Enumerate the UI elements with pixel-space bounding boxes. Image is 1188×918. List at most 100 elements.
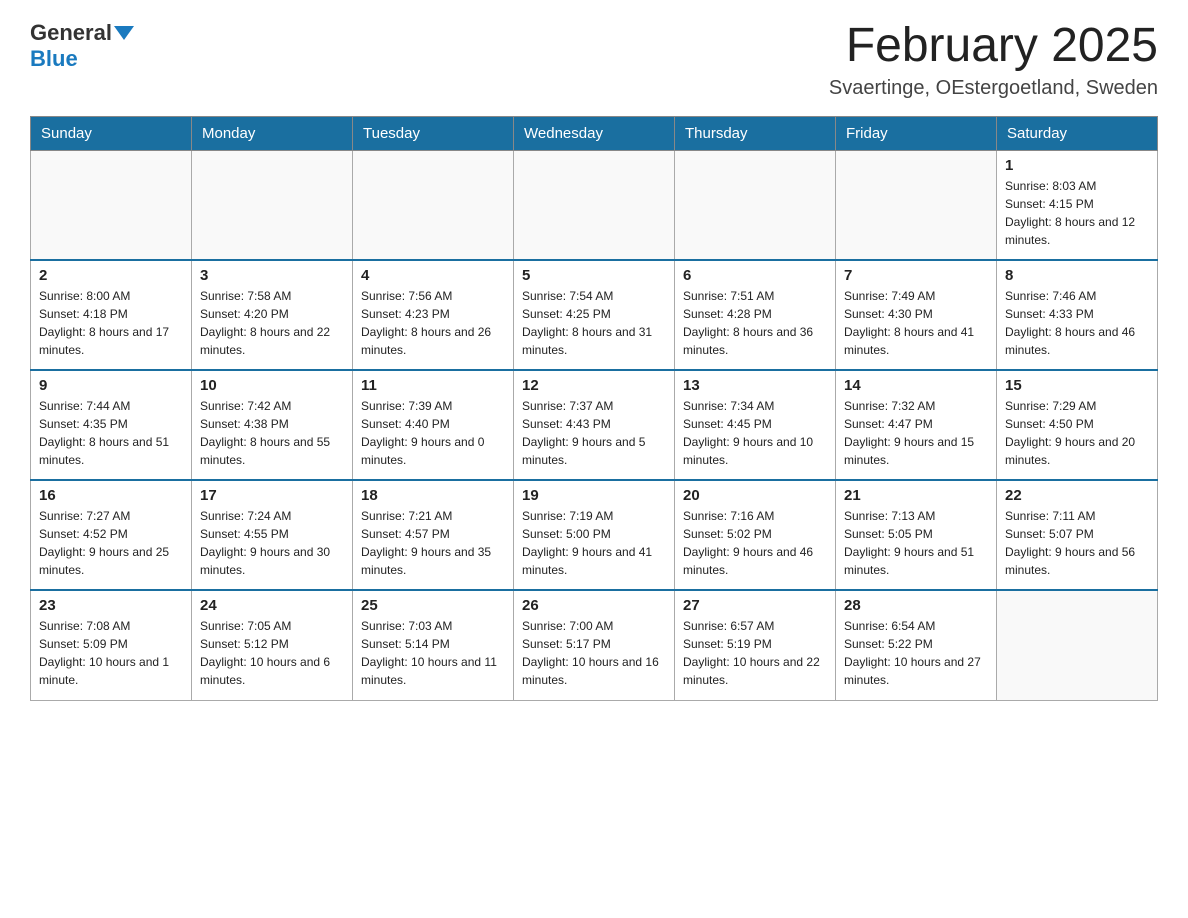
month-title: February 2025 (829, 20, 1158, 73)
day-number: 11 (361, 377, 505, 394)
day-info: Sunrise: 7:46 AM Sunset: 4:33 PM Dayligh… (1005, 287, 1149, 359)
calendar-cell: 3 Sunrise: 7:58 AM Sunset: 4:20 PM Daylig… (192, 260, 353, 370)
calendar-cell: 23Sunrise: 7:08 AM Sunset: 5:09 PM Dayli… (31, 590, 192, 700)
day-number: 2 (39, 267, 183, 284)
calendar-cell: 18Sunrise: 7:21 AM Sunset: 4:57 PM Dayli… (353, 480, 514, 590)
logo-blue-text: Blue (30, 46, 78, 71)
day-header-monday: Monday (192, 116, 353, 150)
day-info: Sunrise: 7:29 AM Sunset: 4:50 PM Dayligh… (1005, 397, 1149, 469)
calendar-cell: 1 Sunrise: 8:03 AM Sunset: 4:15 PM Daylig… (997, 150, 1158, 260)
location: Svaertinge, OEstergoetland, Sweden (829, 77, 1158, 100)
title-block: February 2025 Svaertinge, OEstergoetland… (829, 20, 1158, 100)
calendar-week-row: 1 Sunrise: 8:03 AM Sunset: 4:15 PM Daylig… (31, 150, 1158, 260)
day-number: 10 (200, 377, 344, 394)
day-info: Sunrise: 7:19 AM Sunset: 5:00 PM Dayligh… (522, 507, 666, 579)
day-info: Sunrise: 7:32 AM Sunset: 4:47 PM Dayligh… (844, 397, 988, 469)
day-number: 16 (39, 487, 183, 504)
logo-general-text: General (30, 20, 112, 46)
day-info: Sunrise: 7:54 AM Sunset: 4:25 PM Dayligh… (522, 287, 666, 359)
day-info: Sunrise: 7:49 AM Sunset: 4:30 PM Dayligh… (844, 287, 988, 359)
day-header-sunday: Sunday (31, 116, 192, 150)
day-number: 3 (200, 267, 344, 284)
day-number: 19 (522, 487, 666, 504)
calendar-cell: 11 Sunrise: 7:39 AM Sunset: 4:40 PM Dayli… (353, 370, 514, 480)
calendar-cell: 25Sunrise: 7:03 AM Sunset: 5:14 PM Dayli… (353, 590, 514, 700)
day-info: Sunrise: 7:51 AM Sunset: 4:28 PM Dayligh… (683, 287, 827, 359)
day-info: Sunrise: 7:11 AM Sunset: 5:07 PM Dayligh… (1005, 507, 1149, 579)
day-info: Sunrise: 7:58 AM Sunset: 4:20 PM Dayligh… (200, 287, 344, 359)
day-info: Sunrise: 6:57 AM Sunset: 5:19 PM Dayligh… (683, 617, 827, 689)
calendar-cell: 19 Sunrise: 7:19 AM Sunset: 5:00 PM Dayli… (514, 480, 675, 590)
calendar-cell: 10 Sunrise: 7:42 AM Sunset: 4:38 PM Dayli… (192, 370, 353, 480)
day-number: 5 (522, 267, 666, 284)
day-header-thursday: Thursday (675, 116, 836, 150)
day-info: Sunrise: 7:27 AM Sunset: 4:52 PM Dayligh… (39, 507, 183, 579)
calendar-header-row: SundayMondayTuesdayWednesdayThursdayFrid… (31, 116, 1158, 150)
calendar-cell: 26Sunrise: 7:00 AM Sunset: 5:17 PM Dayli… (514, 590, 675, 700)
calendar-cell: 22 Sunrise: 7:11 AM Sunset: 5:07 PM Dayli… (997, 480, 1158, 590)
calendar-cell (997, 590, 1158, 700)
day-info: Sunrise: 7:34 AM Sunset: 4:45 PM Dayligh… (683, 397, 827, 469)
day-number: 12 (522, 377, 666, 394)
calendar-cell: 6 Sunrise: 7:51 AM Sunset: 4:28 PM Daylig… (675, 260, 836, 370)
calendar-cell: 2 Sunrise: 8:00 AM Sunset: 4:18 PM Daylig… (31, 260, 192, 370)
calendar-cell: 21Sunrise: 7:13 AM Sunset: 5:05 PM Dayli… (836, 480, 997, 590)
calendar-cell (31, 150, 192, 260)
day-header-saturday: Saturday (997, 116, 1158, 150)
calendar-cell: 13 Sunrise: 7:34 AM Sunset: 4:45 PM Dayli… (675, 370, 836, 480)
day-number: 28 (844, 597, 988, 614)
calendar-cell: 5 Sunrise: 7:54 AM Sunset: 4:25 PM Daylig… (514, 260, 675, 370)
calendar-cell: 8 Sunrise: 7:46 AM Sunset: 4:33 PM Daylig… (997, 260, 1158, 370)
day-info: Sunrise: 7:37 AM Sunset: 4:43 PM Dayligh… (522, 397, 666, 469)
calendar-cell (353, 150, 514, 260)
day-number: 14 (844, 377, 988, 394)
calendar-cell: 12 Sunrise: 7:37 AM Sunset: 4:43 PM Dayli… (514, 370, 675, 480)
day-number: 9 (39, 377, 183, 394)
day-info: Sunrise: 7:21 AM Sunset: 4:57 PM Dayligh… (361, 507, 505, 579)
calendar-cell: 17Sunrise: 7:24 AM Sunset: 4:55 PM Dayli… (192, 480, 353, 590)
calendar-cell: 20Sunrise: 7:16 AM Sunset: 5:02 PM Dayli… (675, 480, 836, 590)
calendar-cell (675, 150, 836, 260)
calendar-cell (514, 150, 675, 260)
calendar-cell (836, 150, 997, 260)
calendar-cell: 14 Sunrise: 7:32 AM Sunset: 4:47 PM Dayli… (836, 370, 997, 480)
day-info: Sunrise: 7:39 AM Sunset: 4:40 PM Dayligh… (361, 397, 505, 469)
day-number: 22 (1005, 487, 1149, 504)
calendar-week-row: 23Sunrise: 7:08 AM Sunset: 5:09 PM Dayli… (31, 590, 1158, 700)
day-info: Sunrise: 7:16 AM Sunset: 5:02 PM Dayligh… (683, 507, 827, 579)
day-number: 15 (1005, 377, 1149, 394)
day-info: Sunrise: 7:56 AM Sunset: 4:23 PM Dayligh… (361, 287, 505, 359)
day-number: 7 (844, 267, 988, 284)
day-info: Sunrise: 8:00 AM Sunset: 4:18 PM Dayligh… (39, 287, 183, 359)
day-info: Sunrise: 7:13 AM Sunset: 5:05 PM Dayligh… (844, 507, 988, 579)
calendar-week-row: 16 Sunrise: 7:27 AM Sunset: 4:52 PM Dayli… (31, 480, 1158, 590)
calendar-cell: 7 Sunrise: 7:49 AM Sunset: 4:30 PM Daylig… (836, 260, 997, 370)
day-number: 27 (683, 597, 827, 614)
day-info: Sunrise: 7:42 AM Sunset: 4:38 PM Dayligh… (200, 397, 344, 469)
calendar-cell: 28 Sunrise: 6:54 AM Sunset: 5:22 PM Dayli… (836, 590, 997, 700)
logo: General Blue (30, 20, 136, 72)
day-number: 4 (361, 267, 505, 284)
day-info: Sunrise: 8:03 AM Sunset: 4:15 PM Dayligh… (1005, 177, 1149, 249)
calendar-cell: 27 Sunrise: 6:57 AM Sunset: 5:19 PM Dayli… (675, 590, 836, 700)
day-number: 13 (683, 377, 827, 394)
logo-triangle-icon (114, 26, 134, 40)
page-header: General Blue February 2025 Svaertinge, O… (30, 20, 1158, 100)
day-info: Sunrise: 6:54 AM Sunset: 5:22 PM Dayligh… (844, 617, 988, 689)
day-info: Sunrise: 7:05 AM Sunset: 5:12 PM Dayligh… (200, 617, 344, 689)
day-header-friday: Friday (836, 116, 997, 150)
day-header-tuesday: Tuesday (353, 116, 514, 150)
day-number: 1 (1005, 157, 1149, 174)
day-info: Sunrise: 7:24 AM Sunset: 4:55 PM Dayligh… (200, 507, 344, 579)
day-info: Sunrise: 7:08 AM Sunset: 5:09 PM Dayligh… (39, 617, 183, 689)
day-info: Sunrise: 7:44 AM Sunset: 4:35 PM Dayligh… (39, 397, 183, 469)
calendar-week-row: 2 Sunrise: 8:00 AM Sunset: 4:18 PM Daylig… (31, 260, 1158, 370)
day-number: 24 (200, 597, 344, 614)
calendar-cell: 16 Sunrise: 7:27 AM Sunset: 4:52 PM Dayli… (31, 480, 192, 590)
day-number: 8 (1005, 267, 1149, 284)
day-number: 6 (683, 267, 827, 284)
day-number: 26 (522, 597, 666, 614)
day-header-wednesday: Wednesday (514, 116, 675, 150)
calendar-cell: 4 Sunrise: 7:56 AM Sunset: 4:23 PM Daylig… (353, 260, 514, 370)
day-info: Sunrise: 7:03 AM Sunset: 5:14 PM Dayligh… (361, 617, 505, 689)
